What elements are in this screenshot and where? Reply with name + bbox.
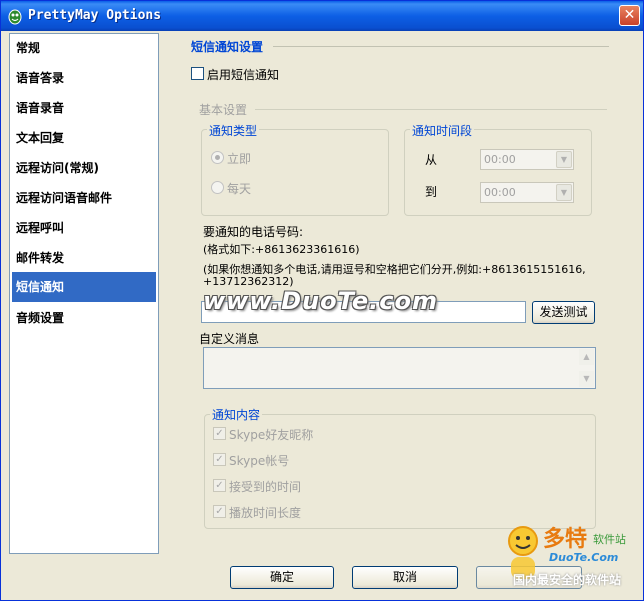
enable-sms-checkbox[interactable] — [191, 67, 204, 80]
to-time-select[interactable]: 00:00 ▼ — [480, 182, 574, 203]
received-time-checkbox[interactable]: ✓ — [213, 479, 226, 492]
chevron-down-icon[interactable]: ▼ — [556, 151, 572, 168]
options-window: PrettyMay Options ✕ 常规 语音答录 语音录音 文本回复 远程… — [0, 0, 644, 601]
logo-cn-text: 多特 — [543, 527, 588, 552]
custom-message-label: 自定义消息 — [199, 332, 260, 346]
cancel-button[interactable]: 取消 — [352, 566, 458, 589]
phone-label: 要通知的电话号码: — [203, 225, 304, 239]
to-label: 到 — [425, 185, 438, 199]
sidebar: 常规 语音答录 语音录音 文本回复 远程访问(常规) 远程访问语音邮件 远程呼叫… — [9, 33, 159, 554]
section-title: 短信通知设置 — [191, 40, 264, 54]
sidebar-item-remote-voicemail[interactable]: 远程访问语音邮件 — [12, 184, 156, 212]
logo-site-text: DuoTe.Com — [549, 551, 619, 564]
from-label: 从 — [425, 153, 438, 167]
sidebar-item-general[interactable]: 常规 — [12, 34, 156, 62]
sidebar-item-audio-settings[interactable]: 音频设置 — [12, 304, 156, 332]
play-duration-checkbox[interactable]: ✓ — [213, 505, 226, 518]
enable-sms-label: 启用短信通知 — [207, 68, 280, 82]
immediate-radio[interactable] — [211, 151, 224, 164]
daily-radio[interactable] — [211, 181, 224, 194]
sidebar-item-sms-notify[interactable]: 短信通知 — [12, 272, 156, 302]
basic-settings-divider — [255, 109, 607, 110]
duote-logo: 多特 软件站 DuoTe.Com 国内最安全的软件站 — [501, 519, 643, 599]
skype-account-checkbox[interactable]: ✓ — [213, 453, 226, 466]
sidebar-item-remote-call[interactable]: 远程呼叫 — [12, 214, 156, 242]
skype-nickname-label: Skype好友昵称 — [229, 428, 314, 442]
notify-content-title: 通知内容 — [210, 406, 263, 423]
scroll-up-icon[interactable]: ▲ — [579, 349, 594, 365]
immediate-label: 立即 — [227, 152, 252, 166]
play-duration-label: 播放时间长度 — [229, 506, 302, 520]
received-time-label: 接受到的时间 — [229, 480, 302, 494]
window-title: PrettyMay Options — [28, 8, 162, 23]
sidebar-item-remote-access-general[interactable]: 远程访问(常规) — [12, 154, 156, 182]
from-time-value: 00:00 — [484, 153, 516, 166]
notify-type-title: 通知类型 — [207, 122, 260, 139]
logo-sub-text: 软件站 — [593, 533, 626, 546]
skype-account-label: Skype帐号 — [229, 454, 290, 468]
section-divider — [273, 46, 609, 47]
site-watermark: www.DuoTe.com — [203, 287, 438, 315]
scroll-down-icon[interactable]: ▼ — [579, 371, 594, 387]
sidebar-item-voice-recording[interactable]: 语音录音 — [12, 94, 156, 122]
sidebar-item-text-reply[interactable]: 文本回复 — [12, 124, 156, 152]
daily-label: 每天 — [227, 182, 252, 196]
chevron-down-icon[interactable]: ▼ — [556, 184, 572, 201]
phone-format-hint: (格式如下:+8613623361616) — [203, 243, 360, 256]
send-test-button[interactable]: 发送测试 — [532, 301, 595, 324]
logo-slogan-text: 国内最安全的软件站 — [513, 573, 622, 587]
close-icon[interactable]: ✕ — [619, 5, 640, 26]
notify-period-title: 通知时间段 — [410, 122, 475, 139]
prettymay-app-icon — [8, 9, 22, 25]
sidebar-item-mail-forward[interactable]: 邮件转发 — [12, 244, 156, 272]
skype-nickname-checkbox[interactable]: ✓ — [213, 427, 226, 440]
from-time-select[interactable]: 00:00 ▼ — [480, 149, 574, 170]
title-bar[interactable]: PrettyMay Options ✕ — [1, 1, 643, 31]
ok-button[interactable]: 确定 — [230, 566, 334, 589]
basic-settings-title: 基本设置 — [199, 103, 248, 117]
to-time-value: 00:00 — [484, 186, 516, 199]
sidebar-item-voice-answer[interactable]: 语音答录 — [12, 64, 156, 92]
custom-message-textarea[interactable]: ▲ ▼ — [203, 347, 596, 389]
notify-type-group — [201, 129, 389, 216]
